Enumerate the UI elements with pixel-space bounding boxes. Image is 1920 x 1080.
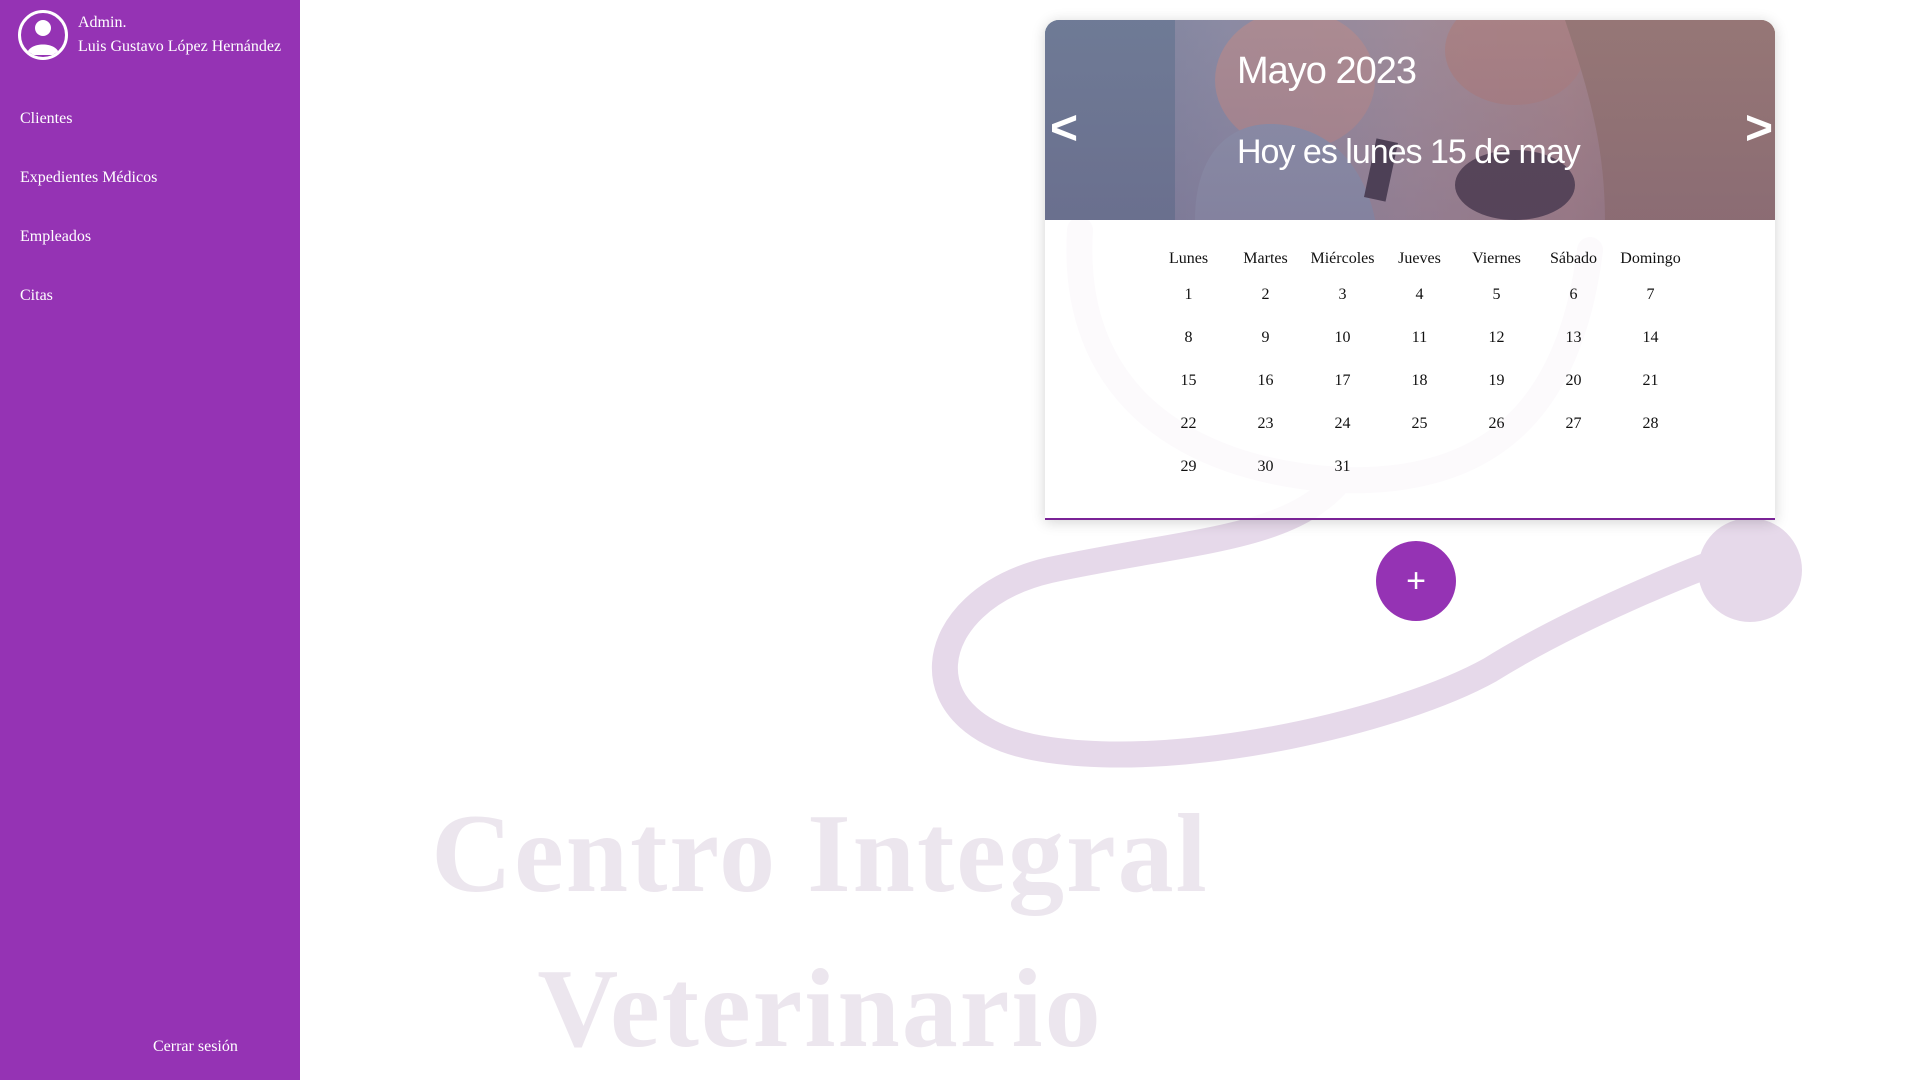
day-cell[interactable]: 6 <box>1535 286 1612 329</box>
weekday-label: Miércoles <box>1310 250 1375 267</box>
sidebar-nav: Clientes Expedientes Médicos Empleados C… <box>20 104 157 340</box>
day-cell[interactable]: 25 <box>1381 415 1458 458</box>
previous-month-button[interactable]: < <box>1050 105 1078 153</box>
day-cell[interactable]: 22 <box>1150 415 1227 458</box>
sidebar-item-expedientes-medicos[interactable]: Expedientes Médicos <box>20 163 157 222</box>
today-text: Hoy es lunes 15 de may <box>1237 133 1581 171</box>
day-cell[interactable]: 19 <box>1458 372 1535 415</box>
user-info: Admin. Luis Gustavo López Hernández <box>78 11 281 59</box>
day-cell[interactable]: 17 <box>1304 372 1381 415</box>
day-cell[interactable]: 1 <box>1150 286 1227 329</box>
week-row: 22 23 24 25 26 27 28 <box>1150 415 1690 458</box>
day-cell[interactable]: 2 <box>1227 286 1304 329</box>
day-cell <box>1535 458 1612 501</box>
week-row: 15 16 17 18 19 20 21 <box>1150 372 1690 415</box>
day-cell[interactable]: 21 <box>1612 372 1689 415</box>
user-name: Luis Gustavo López Hernández <box>78 38 282 55</box>
month-title: Mayo 2023 <box>1237 50 1417 92</box>
day-cell[interactable]: 11 <box>1381 329 1458 372</box>
user-block: Admin. Luis Gustavo López Hernández <box>18 10 281 60</box>
day-cell[interactable]: 18 <box>1381 372 1458 415</box>
sidebar-item-citas[interactable]: Citas <box>20 281 157 340</box>
day-cell[interactable]: 15 <box>1150 372 1227 415</box>
day-cell <box>1381 458 1458 501</box>
weekday-label: Martes <box>1243 250 1288 267</box>
day-cell[interactable]: 16 <box>1227 372 1304 415</box>
main-content: Centro Integral Veterinario Mayo 2023 Ho… <box>300 0 1920 1080</box>
calendar-card: Mayo 2023 Hoy es lunes 15 de may < > Lun… <box>1045 20 1775 520</box>
day-cell[interactable]: 30 <box>1227 458 1304 501</box>
day-cell[interactable]: 29 <box>1150 458 1227 501</box>
watermark-line-2: Veterinario <box>537 947 1103 1071</box>
day-cell[interactable]: 12 <box>1458 329 1535 372</box>
day-cell[interactable]: 4 <box>1381 286 1458 329</box>
weekday-label: Viernes <box>1472 250 1521 267</box>
sidebar-item-empleados[interactable]: Empleados <box>20 222 157 281</box>
user-role: Admin. <box>78 14 127 31</box>
weekday-label: Sábado <box>1549 250 1598 267</box>
weekday-label: Jueves <box>1398 250 1441 267</box>
week-row: 29 30 31 <box>1150 458 1690 501</box>
day-cell[interactable]: 10 <box>1304 329 1381 372</box>
user-avatar-icon <box>18 10 68 60</box>
day-cell[interactable]: 20 <box>1535 372 1612 415</box>
weekday-row: Lunes Martes Miércoles Jueves Viernes Sá… <box>1150 250 1690 286</box>
day-cell[interactable]: 3 <box>1304 286 1381 329</box>
day-cell[interactable]: 9 <box>1227 329 1304 372</box>
week-row: 1 2 3 4 5 6 7 <box>1150 286 1690 329</box>
week-row: 8 9 10 11 12 13 14 <box>1150 329 1690 372</box>
day-cell[interactable]: 8 <box>1150 329 1227 372</box>
day-cell[interactable]: 7 <box>1612 286 1689 329</box>
add-appointment-button[interactable]: + <box>1376 541 1456 621</box>
day-cell[interactable]: 23 <box>1227 415 1304 458</box>
day-cell <box>1458 458 1535 501</box>
calendar-grid: Lunes Martes Miércoles Jueves Viernes Sá… <box>1150 250 1690 501</box>
day-cell <box>1612 458 1689 501</box>
day-cell[interactable]: 13 <box>1535 329 1612 372</box>
day-cell[interactable]: 14 <box>1612 329 1689 372</box>
day-cell[interactable]: 27 <box>1535 415 1612 458</box>
next-month-button[interactable]: > <box>1745 105 1773 153</box>
weekday-label: Lunes <box>1168 250 1209 267</box>
day-cell[interactable]: 5 <box>1458 286 1535 329</box>
sidebar-item-clientes[interactable]: Clientes <box>20 104 157 163</box>
day-cell[interactable]: 28 <box>1612 415 1689 458</box>
day-cell[interactable]: 24 <box>1304 415 1381 458</box>
weekday-label: Domingo <box>1620 250 1681 267</box>
calendar-header: Mayo 2023 Hoy es lunes 15 de may < > <box>1045 20 1775 220</box>
day-cell[interactable]: 26 <box>1458 415 1535 458</box>
day-cell[interactable]: 31 <box>1304 458 1381 501</box>
watermark-line-1: Centro Integral <box>431 792 1209 916</box>
